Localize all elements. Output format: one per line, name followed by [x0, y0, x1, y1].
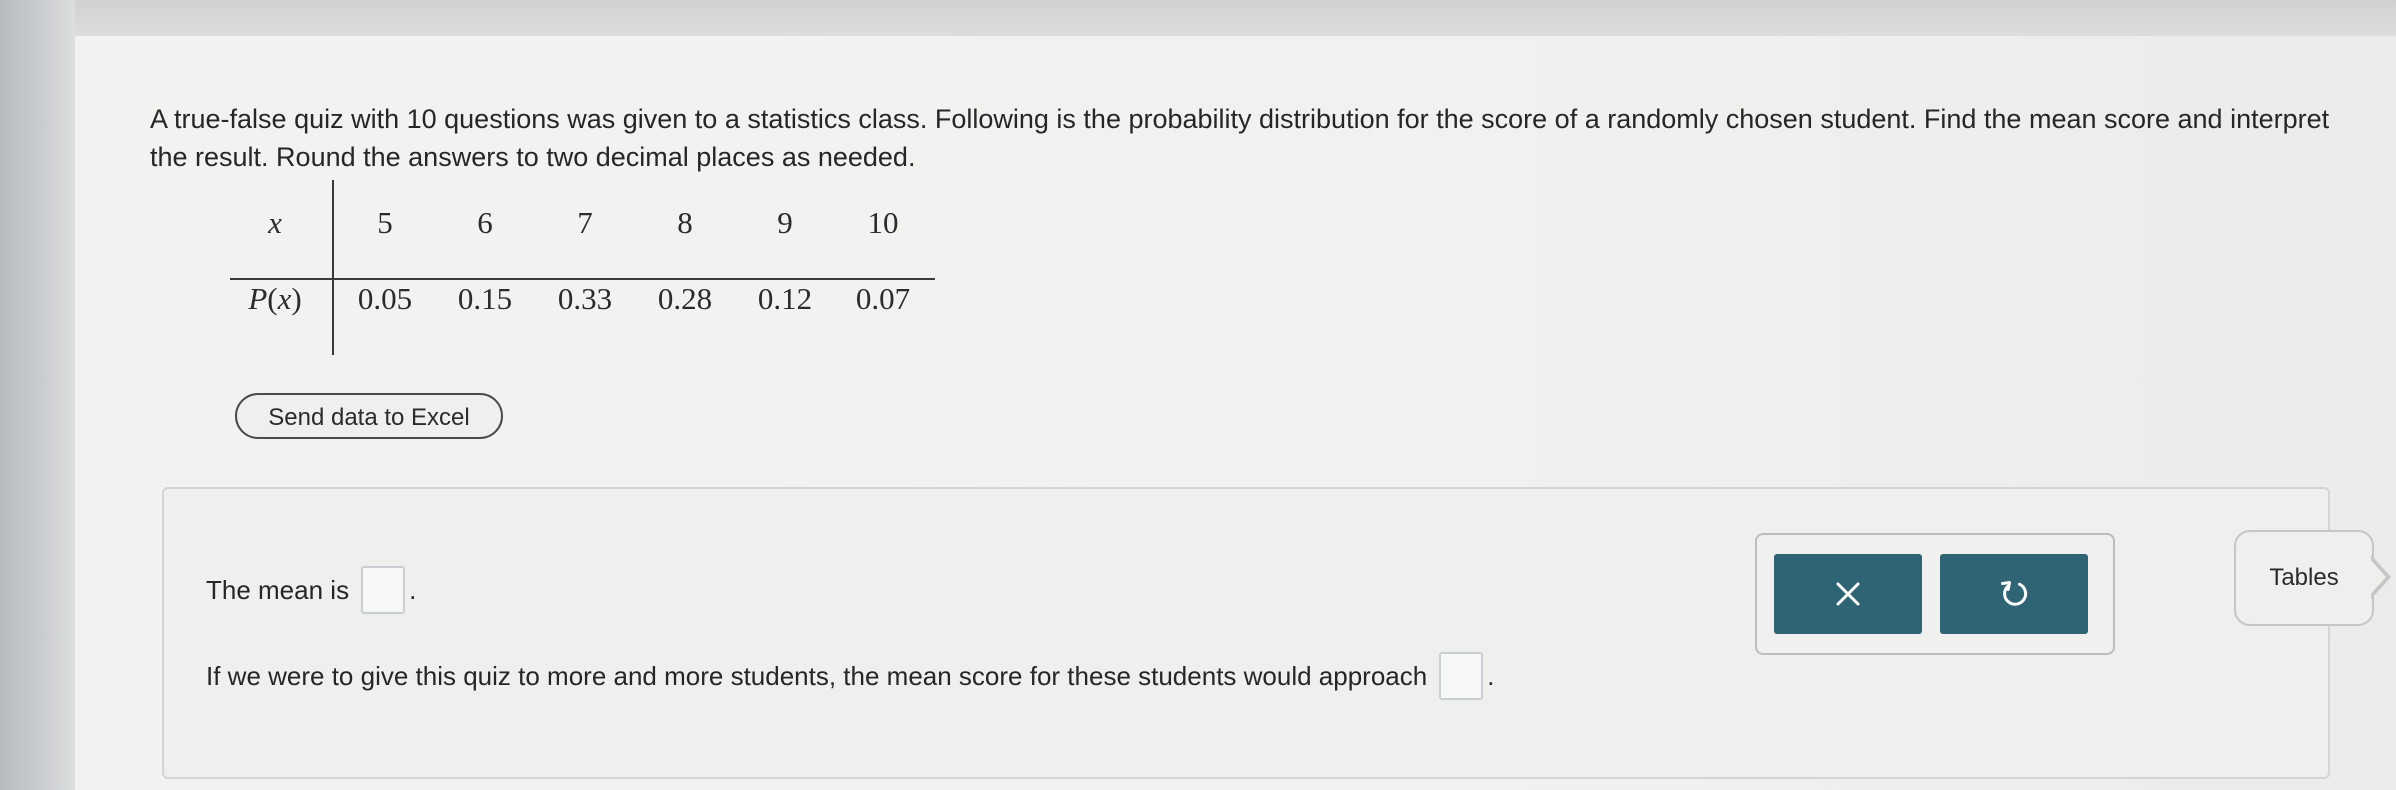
undo-icon [2001, 581, 2028, 606]
send-data-to-excel-button[interactable]: Send data to Excel [235, 393, 503, 439]
x-header: x [268, 205, 282, 240]
answer-tools [1755, 533, 2115, 655]
x-value-cell: 9 [777, 205, 793, 240]
interpret-answer-input[interactable] [1439, 652, 1484, 700]
p-value-cell: 0.05 [357, 281, 413, 316]
interpret-answer-line: If we were to give this quiz to more and… [206, 652, 1494, 700]
question-text: A true-false quiz with 10 questions was … [150, 104, 2330, 172]
probability-table: x P(x) 5 6 7 8 9 10 0.05 0.15 0.33 0.28 … [230, 180, 935, 355]
p-value-cell: 0.12 [757, 281, 813, 316]
undo-button[interactable] [1940, 554, 2088, 634]
interpret-period: . [1487, 660, 1495, 691]
p-value-cell: 0.07 [855, 281, 911, 316]
p-value-cell: 0.15 [457, 281, 513, 316]
x-value-cell: 8 [677, 205, 693, 240]
table-vertical-rule [332, 180, 334, 355]
mean-answer-line: The mean is . [206, 566, 416, 614]
px-header: P(x) [248, 281, 302, 316]
mean-period: . [409, 574, 417, 605]
x-value-cell: 7 [577, 205, 593, 240]
tables-tab[interactable]: Tables [2234, 530, 2374, 626]
close-icon [1836, 582, 1860, 606]
interpret-prefix-label: If we were to give this quiz to more and… [206, 660, 1428, 691]
x-value-cell: 10 [867, 205, 899, 240]
tables-tab-arrow-fill [2369, 558, 2386, 596]
mean-answer-input[interactable] [361, 566, 406, 614]
x-value-cell: 5 [377, 205, 393, 240]
p-value-cell: 0.28 [657, 281, 713, 316]
clear-button[interactable] [1774, 554, 1922, 634]
x-value-cell: 6 [477, 205, 493, 240]
mean-prefix-label: The mean is [206, 574, 350, 605]
p-value-cell: 0.33 [557, 281, 613, 316]
top-strip [75, 0, 2396, 36]
